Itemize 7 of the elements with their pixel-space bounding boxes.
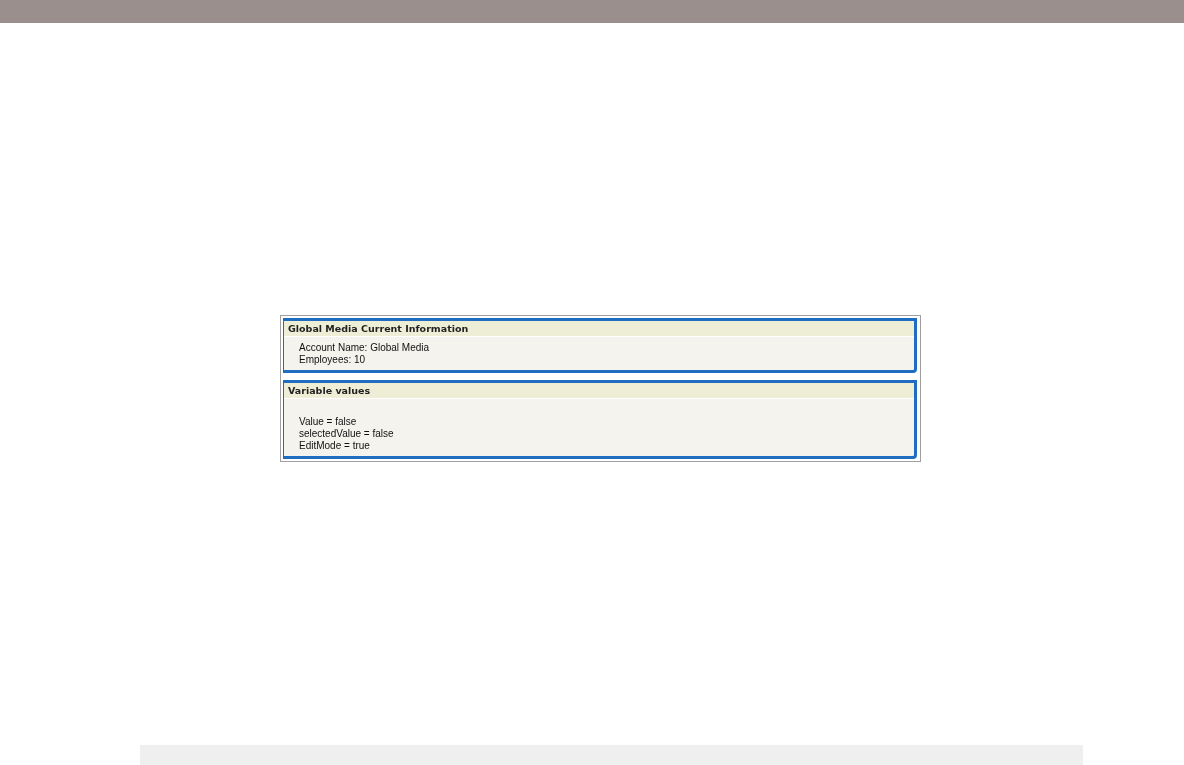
info-line: EditMode = true (299, 440, 371, 452)
info-line: selectedValue = false (299, 428, 395, 440)
panel-title: Global Media Current Information (284, 321, 914, 337)
panel-title: Variable values (284, 383, 914, 399)
info-line: Value = false (299, 416, 358, 428)
info-line: Account Name: Global Media (299, 342, 431, 354)
info-line: Employees: 10 (299, 354, 367, 366)
